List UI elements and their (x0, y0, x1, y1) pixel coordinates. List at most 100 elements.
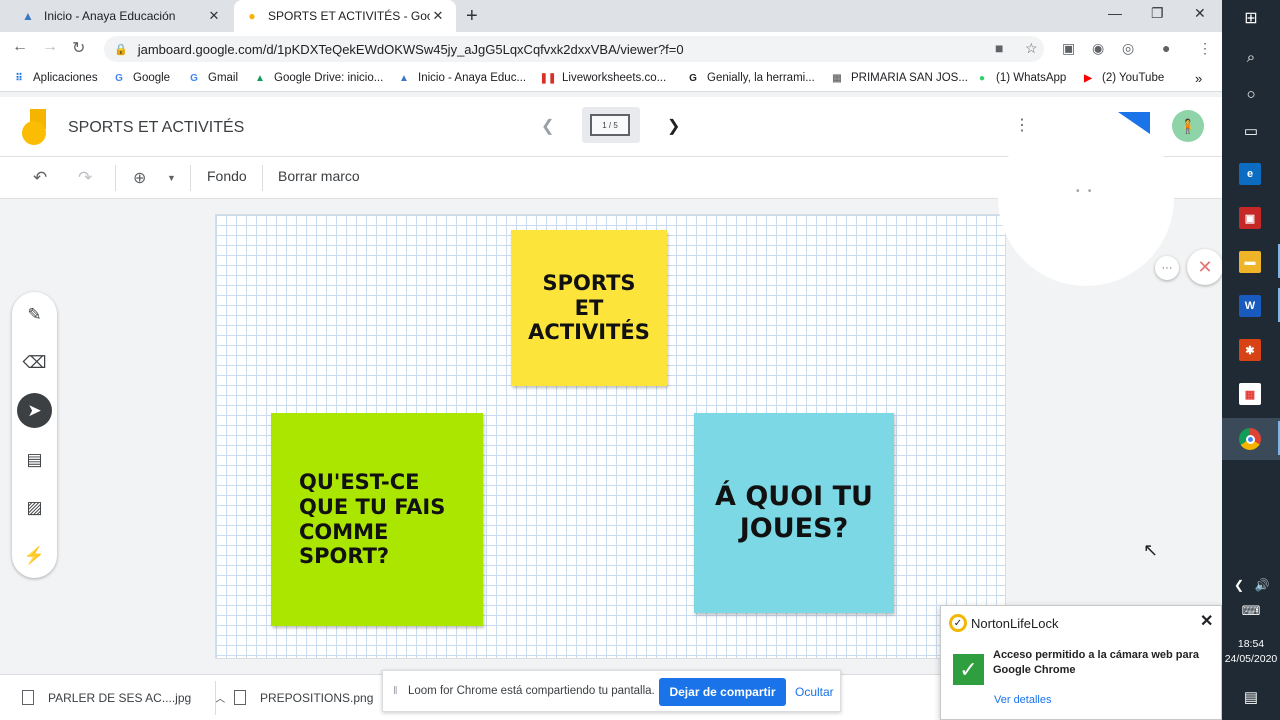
undo-icon[interactable]: ↶ (33, 168, 47, 188)
bookmark-youtube[interactable]: ▶ (2) YouTube (1081, 71, 1164, 85)
bookmark-label: Genially, la herrami... (707, 72, 815, 84)
jam-title[interactable]: SPORTS ET ACTIVITÉS (68, 119, 244, 137)
tab-anaya[interactable]: ▲ Inicio - Anaya Educación ✕ (10, 0, 232, 32)
bookmark-primaria[interactable]: ▦ PRIMARIA SAN JOS... (830, 71, 968, 85)
school-icon: ▦ (832, 72, 842, 84)
image-icon[interactable]: ▨ (17, 490, 52, 525)
bookmark-label: (2) YouTube (1102, 72, 1165, 84)
bookmark-gmail[interactable]: G Gmail (187, 71, 238, 85)
anaya-icon: ▲ (399, 72, 409, 84)
bookmark-label: Google (133, 72, 171, 84)
laser-icon[interactable]: ⚡ (17, 538, 52, 573)
loom-camera-bubble[interactable] (998, 110, 1174, 286)
notifications-icon[interactable]: ▤ (1239, 685, 1263, 709)
back-button[interactable]: ← (12, 38, 28, 56)
norton-brand-text: NortonLifeLock (971, 615, 1059, 631)
drag-handle-icon[interactable]: ‖ (393, 685, 398, 697)
redo-icon[interactable]: ↷ (78, 168, 92, 188)
chevron-left-icon[interactable]: ❮ (1227, 573, 1251, 597)
notification-message: Acceso permitido a la cámara web para Go… (993, 649, 1200, 676)
genially-icon: G (689, 72, 697, 84)
address-bar[interactable]: 🔒 jamboard.google.com/d/1pKDXTeQekEWdOKW… (104, 36, 1044, 62)
app-icon[interactable]: ▣ (1239, 207, 1261, 229)
bookmark-label: Google Drive: inicio... (274, 72, 384, 84)
download-item[interactable]: PREPOSITIONS.png (234, 690, 373, 705)
bookmark-liveworksheets[interactable]: ❚❚ Liveworksheets.co... (540, 71, 667, 85)
google-icon: G (115, 72, 123, 84)
new-tab-button[interactable]: + (466, 5, 478, 28)
sticky-note-icon[interactable]: ▤ (17, 442, 52, 477)
keyboard-icon[interactable]: ⌨ (1239, 599, 1263, 623)
anaya-icon: ▲ (22, 9, 34, 23)
volume-icon[interactable]: 🔊 (1250, 573, 1274, 597)
zoom-icon[interactable]: ⊕ (133, 168, 146, 188)
tab-jamboard[interactable]: ● SPORTS ET ACTIVITÉS - Google J ✕ (234, 0, 456, 32)
eraser-icon[interactable]: ⌫ (17, 345, 52, 380)
chevron-up-icon[interactable]: ︿ (215, 690, 225, 705)
hide-button[interactable]: Ocultar (795, 685, 834, 699)
whatsapp-icon: ● (978, 72, 986, 84)
clock-date: 24/05/2020 (1224, 653, 1278, 666)
word-icon[interactable]: W (1239, 295, 1261, 317)
minimize-button[interactable]: — (1108, 5, 1122, 21)
avatar[interactable]: 🧍 (1172, 110, 1204, 142)
clock-time: 18:54 (1237, 638, 1265, 650)
bookmark-star-icon[interactable]: ☆ (1025, 40, 1038, 57)
cortana-icon[interactable]: ○ (1239, 82, 1263, 106)
file-explorer-icon[interactable]: ▬ (1239, 251, 1261, 273)
divider (115, 165, 116, 191)
camera-more-icon[interactable]: ··· (1155, 256, 1179, 280)
bookmark-genially[interactable]: G Genially, la herrami... (686, 71, 815, 85)
bookmark-whatsapp[interactable]: ● (1) WhatsApp (975, 71, 1066, 85)
camera-close-icon[interactable]: ✕ (1187, 249, 1223, 285)
bookmark-google[interactable]: G Google (112, 71, 170, 85)
next-frame-icon[interactable]: ❯ (667, 116, 680, 136)
side-tool-panel: ✎ ⌫ ➤ ▤ ▨ ⚡ (12, 292, 57, 578)
previous-frame-icon[interactable]: ❮ (541, 116, 554, 136)
close-window-button[interactable]: ✕ (1194, 5, 1206, 22)
sticky-note-question-1[interactable]: QU'EST-CE QUE TU FAIS COMME SPORT? (271, 413, 483, 626)
camera-icon[interactable]: ■ (995, 40, 1003, 56)
close-icon[interactable]: ✕ (1200, 611, 1213, 631)
stop-sharing-button[interactable]: Dejar de compartir (659, 678, 786, 706)
youtube-icon: ▶ (1084, 72, 1092, 84)
download-filename: PREPOSITIONS.png (260, 690, 374, 705)
select-icon[interactable]: ➤ (17, 393, 52, 428)
app-icon[interactable]: ✱ (1239, 339, 1261, 361)
menu-icon[interactable]: ⋮ (1198, 40, 1212, 57)
chevron-down-icon[interactable]: ▼ (167, 173, 176, 183)
bookmark-anaya[interactable]: ▲ Inicio - Anaya Educ... (397, 71, 526, 85)
pen-icon[interactable]: ✎ (17, 297, 52, 332)
forward-button[interactable]: → (42, 38, 58, 56)
extension-icon[interactable]: ▣ (1062, 40, 1075, 57)
close-tab-icon[interactable]: ✕ (206, 8, 222, 24)
search-icon[interactable]: ⌕ (1239, 45, 1263, 69)
divider (215, 681, 216, 715)
extension-icon[interactable]: ◉ (1092, 40, 1104, 57)
download-item[interactable]: PARLER DE SES AC....jpg ︿ (22, 690, 225, 705)
profile-icon[interactable]: ● (1162, 40, 1170, 56)
bookmark-drive[interactable]: ▲ Google Drive: inicio... (253, 71, 383, 85)
background-button[interactable]: Fondo (207, 168, 247, 184)
bookmark-label: (1) WhatsApp (996, 72, 1067, 84)
close-tab-icon[interactable]: ✕ (430, 8, 446, 24)
edge-icon[interactable]: e (1239, 163, 1261, 185)
details-link[interactable]: Ver detalles (994, 694, 1051, 706)
sticky-note-question-2[interactable]: Á QUOI TU JOUES? (694, 413, 894, 613)
task-view-icon[interactable]: ▭ (1239, 119, 1263, 143)
windows-start-icon[interactable]: ⊞ (1239, 6, 1263, 30)
store-icon[interactable]: ▦ (1239, 383, 1261, 405)
extension-icon[interactable]: ◎ (1122, 40, 1134, 57)
jam-board-canvas[interactable]: SPORTS ET ACTIVITÉS QU'EST-CE QUE TU FAI… (215, 214, 1006, 659)
bookmarks-overflow-icon[interactable]: » (1195, 71, 1202, 86)
system-clock[interactable]: 18:54 24/05/2020 (1222, 637, 1280, 667)
bookmark-apps[interactable]: ⠿ Aplicaciones (12, 71, 97, 85)
clear-frame-button[interactable]: Borrar marco (278, 168, 360, 184)
apps-grid-icon: ⠿ (15, 72, 23, 84)
frame-bar-button[interactable]: 1 / 5 (582, 107, 640, 143)
chrome-icon[interactable] (1239, 428, 1261, 450)
restore-button[interactable]: ❐ (1151, 5, 1164, 22)
sticky-note-title[interactable]: SPORTS ET ACTIVITÉS (511, 230, 667, 386)
reload-button[interactable]: ↻ (72, 38, 85, 58)
jamboard-logo (22, 109, 48, 145)
